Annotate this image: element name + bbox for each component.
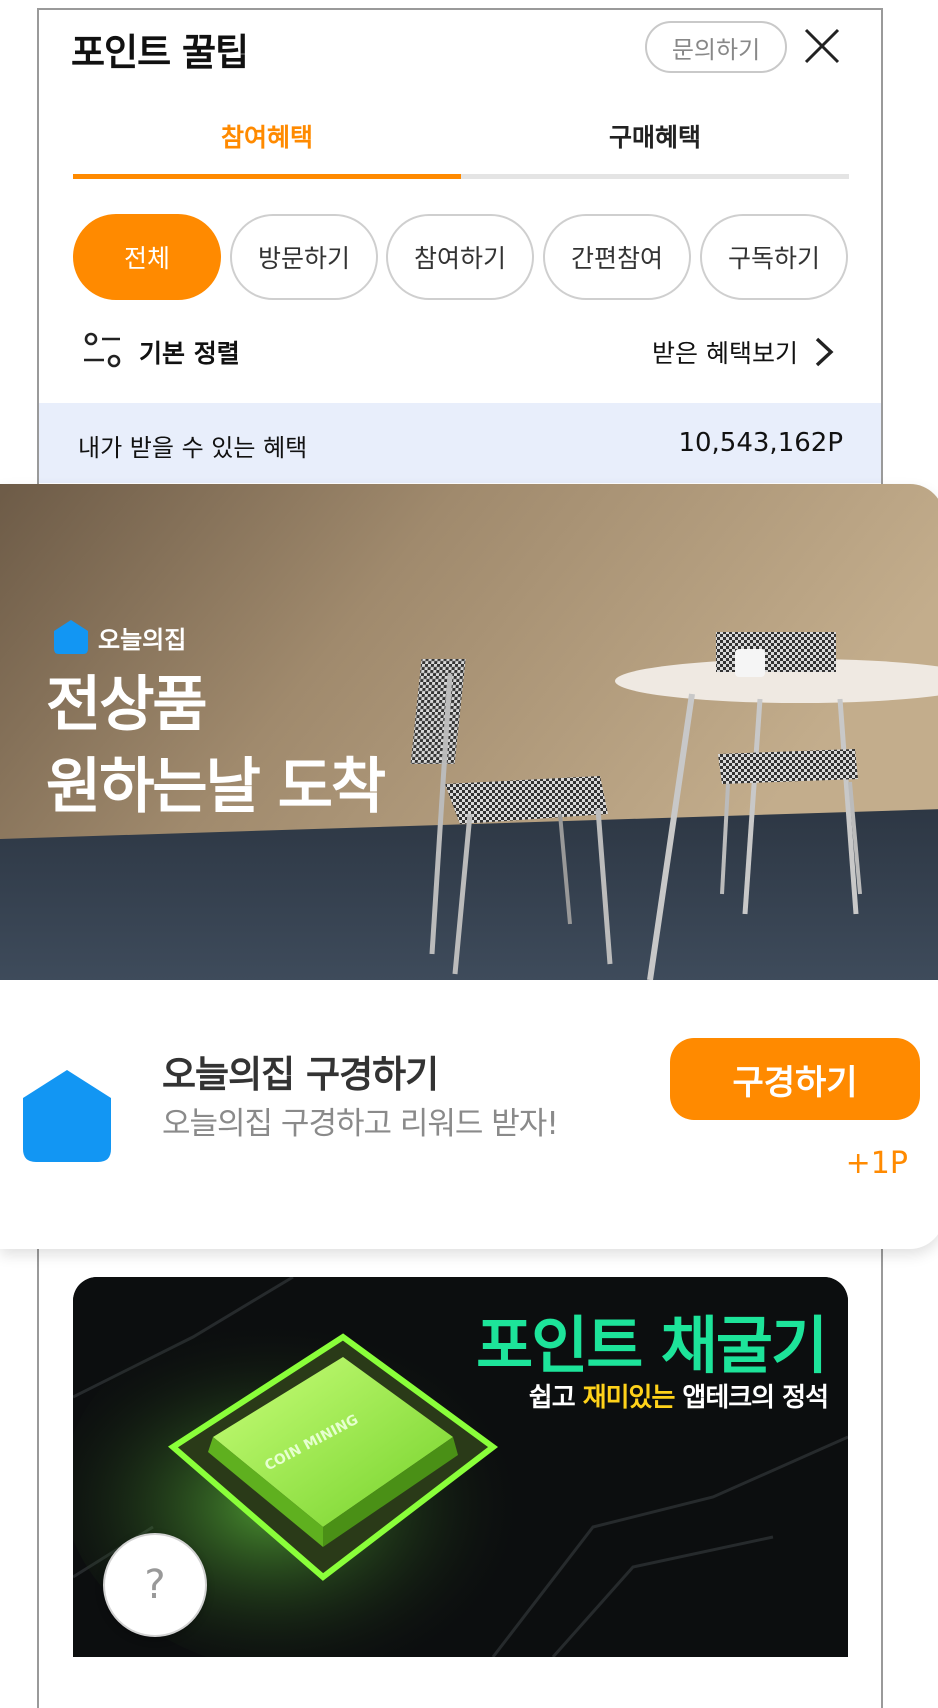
mining-subtitle-highlight: 재미있는 xyxy=(582,1383,676,1413)
received-benefits-link[interactable]: 받은 혜택보기 xyxy=(652,334,798,370)
chevron-right-icon[interactable] xyxy=(812,335,836,369)
banner-brand-name: 오늘의집 xyxy=(98,625,187,654)
offer-card[interactable]: 오늘의집 전상품 원하는날 도착 오늘의집 구경하기 오늘의집 구경하고 리워드… xyxy=(0,484,938,1249)
mining-title: 포인트 채굴기 xyxy=(476,1309,828,1382)
tab-active-indicator xyxy=(73,174,461,179)
close-icon[interactable] xyxy=(800,24,844,68)
offer-title: 오늘의집 구경하기 xyxy=(162,1053,439,1096)
filter-chip-all[interactable]: 전체 xyxy=(73,214,221,300)
filter-chip-visit[interactable]: 방문하기 xyxy=(230,214,378,300)
banner-headline: 전상품 원하는날 도착 xyxy=(46,664,386,828)
banner-headline-line1: 전상품 xyxy=(46,670,208,740)
filter-chip-subscribe[interactable]: 구독하기 xyxy=(700,214,848,300)
inquiry-button[interactable]: 문의하기 xyxy=(645,21,787,73)
mining-subtitle-pre: 쉽고 xyxy=(528,1383,583,1413)
mining-subtitle: 쉽고 재미있는 앱테크의 정석 xyxy=(528,1377,829,1414)
ohouse-app-icon xyxy=(23,1070,111,1162)
sort-icon[interactable] xyxy=(82,332,124,370)
mining-subtitle-post: 앱테크의 정석 xyxy=(674,1383,829,1413)
reward-points: +1P xyxy=(845,1146,908,1181)
offer-description: 오늘의집 구경하고 리워드 받자! xyxy=(162,1106,559,1142)
filter-chip-easy-join[interactable]: 간편참여 xyxy=(543,214,691,300)
tab-purchase-benefits[interactable]: 구매혜택 xyxy=(461,118,849,154)
banner-headline-line2: 원하는날 도착 xyxy=(46,752,386,822)
sort-label[interactable]: 기본 정렬 xyxy=(139,334,240,370)
banner-brand: 오늘의집 xyxy=(52,618,186,656)
available-benefits-value: 10,543,162P xyxy=(678,428,843,458)
tab-participation-benefits[interactable]: 참여혜택 xyxy=(73,118,461,154)
available-benefits-label: 내가 받을 수 있는 혜택 xyxy=(78,434,308,462)
filter-chip-participate[interactable]: 참여하기 xyxy=(386,214,534,300)
help-icon[interactable]: ? xyxy=(103,1533,207,1637)
browse-button[interactable]: 구경하기 xyxy=(670,1038,920,1120)
ohouse-logo-icon xyxy=(54,620,88,654)
page-title: 포인트 꿀팁 xyxy=(71,31,249,74)
